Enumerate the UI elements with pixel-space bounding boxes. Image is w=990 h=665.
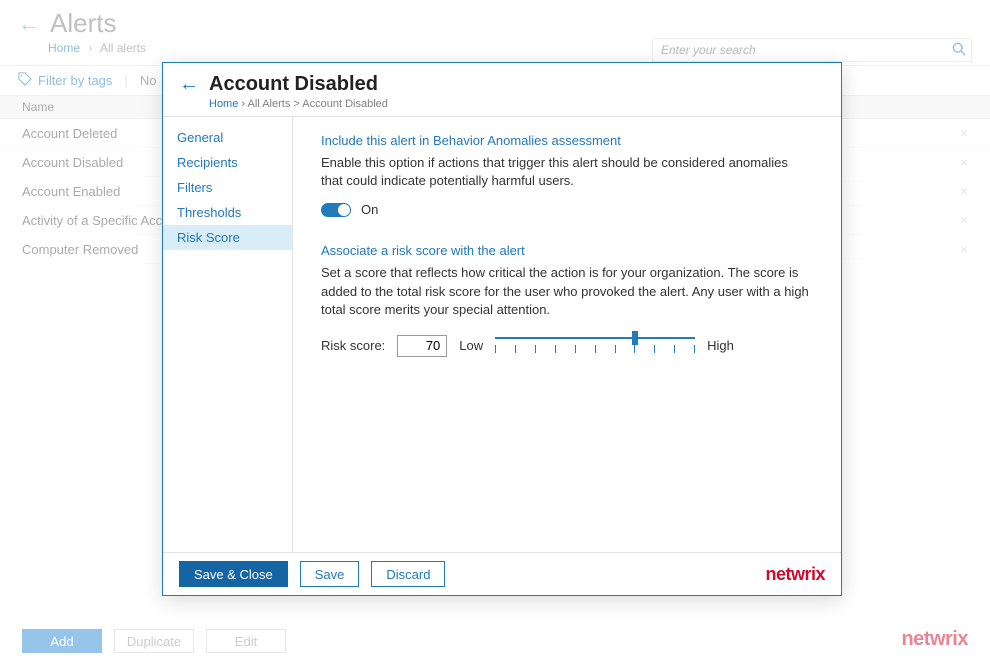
anomalies-toggle-label: On — [361, 202, 378, 217]
sidebar-item-recipients[interactable]: Recipients — [163, 150, 292, 175]
modal-title: Account Disabled — [209, 73, 378, 96]
save-button[interactable]: Save — [300, 561, 360, 587]
sidebar-item-thresholds[interactable]: Thresholds — [163, 200, 292, 225]
risk-score-label: Risk score: — [321, 338, 385, 353]
modal-back-arrow-icon[interactable]: ← — [179, 73, 199, 96]
anomalies-toggle[interactable] — [321, 203, 351, 217]
section-anomalies-title: Include this alert in Behavior Anomalies… — [321, 133, 813, 148]
sidebar-item-risk-score[interactable]: Risk Score — [163, 225, 292, 250]
modal-crumb-current: Account Disabled — [302, 98, 388, 110]
slider-high-label: High — [707, 338, 734, 353]
edit-alert-modal: ← Account Disabled Home › All Alerts > A… — [162, 62, 842, 596]
discard-button[interactable]: Discard — [371, 561, 445, 587]
sidebar-item-general[interactable]: General — [163, 125, 292, 150]
risk-score-slider[interactable] — [495, 331, 695, 361]
section-score-title: Associate a risk score with the alert — [321, 243, 813, 258]
modal-crumb-mid: All Alerts — [248, 98, 291, 110]
risk-score-input[interactable] — [397, 335, 447, 357]
section-anomalies-text: Enable this option if actions that trigg… — [321, 154, 813, 190]
sidebar-item-filters[interactable]: Filters — [163, 175, 292, 200]
save-close-button[interactable]: Save & Close — [179, 561, 288, 587]
modal-brand-logo: netwrix — [765, 564, 825, 585]
modal-side-nav: GeneralRecipientsFiltersThresholdsRisk S… — [163, 117, 293, 552]
modal-breadcrumb: Home › All Alerts > Account Disabled — [163, 98, 841, 110]
slider-low-label: Low — [459, 338, 483, 353]
modal-crumb-home[interactable]: Home — [209, 98, 238, 110]
section-score-text: Set a score that reflects how critical t… — [321, 264, 813, 319]
